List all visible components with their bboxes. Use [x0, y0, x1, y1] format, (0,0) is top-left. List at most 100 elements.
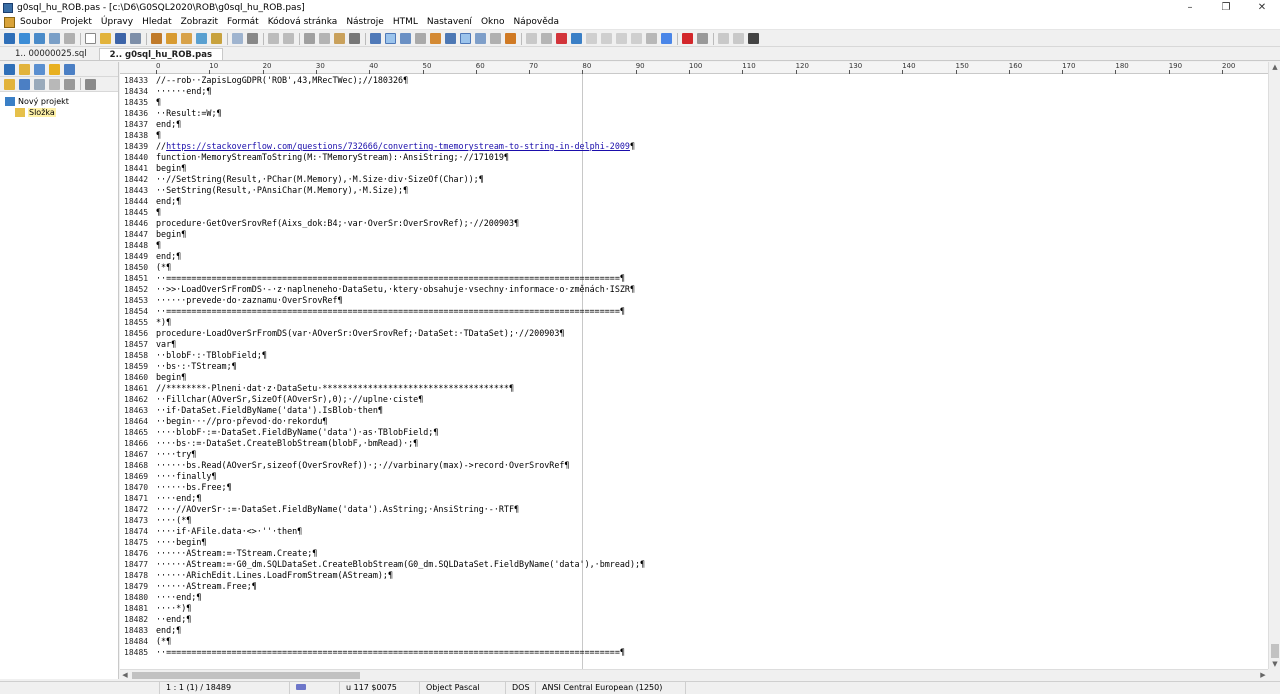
code-line[interactable]: ····//AOverSr·:=·DataSet.FieldByName('da…: [156, 504, 519, 515]
align-icon[interactable]: [370, 33, 381, 44]
code-area[interactable]: //--rob··ZapisLogGDPR('ROB',43,MRecTWec)…: [156, 74, 1256, 669]
code-line[interactable]: ····blobF·:=·DataSet.FieldByName('data')…: [156, 427, 438, 438]
close-button[interactable]: ✕: [1244, 0, 1280, 15]
code-line[interactable]: ······bs.Free;¶: [156, 482, 232, 493]
code-line[interactable]: ······end;¶: [156, 86, 211, 97]
clip-tab-icon[interactable]: [64, 63, 75, 75]
code-line[interactable]: ····begin¶: [156, 537, 206, 548]
code-line[interactable]: ··end;¶: [156, 614, 191, 625]
code-line[interactable]: ······ARichEdit.Lines.LoadFromStream(ASt…: [156, 570, 393, 581]
status-encoding[interactable]: ANSI Central European (1250): [536, 681, 686, 694]
scroll-right-icon[interactable]: ▶: [1258, 670, 1268, 681]
info-icon[interactable]: [64, 78, 75, 90]
tab-00000025-sql[interactable]: 1.. 00000025.sql: [5, 48, 97, 60]
code-line[interactable]: begin¶: [156, 229, 186, 240]
encode-icon[interactable]: [586, 33, 597, 44]
color-icon[interactable]: [526, 33, 537, 44]
settings-icon[interactable]: [85, 78, 96, 90]
print-icon[interactable]: [247, 33, 258, 44]
code-line[interactable]: ······prevede·do·zaznamu·OverSrovRef¶: [156, 295, 343, 306]
add-file-icon[interactable]: [19, 78, 30, 90]
menu-okno[interactable]: Okno: [480, 17, 506, 27]
save-icon[interactable]: [115, 33, 126, 44]
gutter-icon[interactable]: [475, 33, 486, 44]
column-icon[interactable]: [445, 33, 456, 44]
code-line[interactable]: end;¶: [156, 251, 181, 262]
menu-nastroje[interactable]: Nástroje: [345, 17, 385, 27]
menu-hledat[interactable]: Hledat: [141, 17, 173, 27]
sort-icon[interactable]: [631, 33, 642, 44]
code-icon[interactable]: [196, 33, 207, 44]
code-line[interactable]: ····(*¶: [156, 515, 191, 526]
pilcrow-icon[interactable]: [385, 33, 396, 44]
menu-kodova-stranka[interactable]: Kódová stránka: [267, 17, 339, 27]
panel-right-icon[interactable]: [733, 33, 744, 44]
windows-icon[interactable]: [19, 33, 30, 44]
minimize-button[interactable]: –: [1172, 0, 1208, 15]
code-editor[interactable]: 0 10 20 30 40 50 60 70 80 90 100 110 120 130 140 150 160…: [120, 62, 1268, 669]
play-macro-icon[interactable]: [697, 33, 708, 44]
document-icon[interactable]: [4, 16, 15, 28]
code-line[interactable]: ····bs·:=·DataSet.CreateBlobStream(blobF…: [156, 438, 418, 449]
code-line[interactable]: ····if·AFile.data·<>·''·then¶: [156, 526, 302, 537]
code-line[interactable]: end;¶: [156, 625, 181, 636]
record-macro-icon[interactable]: [682, 33, 693, 44]
code-line[interactable]: var¶: [156, 339, 176, 350]
code-line[interactable]: function·MemoryStreamToString(M:·TMemory…: [156, 152, 509, 163]
copy-window-icon[interactable]: [49, 33, 60, 44]
vertical-scrollbar[interactable]: ▲ ▼: [1268, 62, 1280, 669]
wrap-icon[interactable]: [400, 33, 411, 44]
code-line[interactable]: procedure·GetOverSrovRef(Aixs_dok:B4;·va…: [156, 218, 519, 229]
code-line[interactable]: procedure·LoadOverSrFromDS(var·AOverSr:O…: [156, 328, 564, 339]
docs-tab-icon[interactable]: [34, 63, 45, 75]
filter-icon[interactable]: [646, 33, 657, 44]
code-line[interactable]: ····end;¶: [156, 592, 201, 603]
redo-icon[interactable]: [283, 33, 294, 44]
status-line-ending[interactable]: DOS: [506, 681, 536, 694]
scroll-up-icon[interactable]: ▲: [1269, 62, 1280, 72]
syntax-icon[interactable]: [430, 33, 441, 44]
project-tab-icon[interactable]: [4, 63, 15, 75]
favorites-star-icon[interactable]: [49, 63, 60, 75]
add-folder-icon[interactable]: [4, 78, 15, 90]
menu-html[interactable]: HTML: [392, 17, 419, 27]
window-list-icon[interactable]: [64, 33, 75, 44]
palette-icon[interactable]: [556, 33, 567, 44]
explorer-tab-icon[interactable]: [19, 63, 30, 75]
code-line[interactable]: //https://stackoverflow.com/questions/73…: [156, 141, 635, 152]
arrow-icon[interactable]: [505, 33, 516, 44]
decode-icon[interactable]: [601, 33, 612, 44]
ftp-icon[interactable]: [541, 33, 552, 44]
code-line[interactable]: ··blobF·:·TBlobField;¶: [156, 350, 267, 361]
undo-icon[interactable]: [268, 33, 279, 44]
code-line[interactable]: ¶: [156, 97, 161, 108]
code-line[interactable]: ······AStream.Free;¶: [156, 581, 257, 592]
code-line[interactable]: ··======================================…: [156, 306, 625, 317]
tab-g0sql-hu-rob-pas[interactable]: 2.. g0sql_hu_ROB.pas: [98, 48, 224, 60]
code-line[interactable]: ··======================================…: [156, 273, 625, 284]
code-line[interactable]: ··Result:=W;¶: [156, 108, 222, 119]
code-line[interactable]: //********·Plneni·dat·z·DataSetu·*******…: [156, 383, 514, 394]
code-line[interactable]: ··//SetString(Result,·PChar(M.Memory),·M…: [156, 174, 484, 185]
indent-icon[interactable]: [415, 33, 426, 44]
bookmark-icon[interactable]: [211, 33, 222, 44]
code-line[interactable]: ······AStream:=·G0_dm.SQLDataSet.CreateB…: [156, 559, 645, 570]
code-line[interactable]: (*¶: [156, 636, 171, 647]
status-syntax[interactable]: Object Pascal: [420, 681, 506, 694]
code-line[interactable]: begin¶: [156, 372, 186, 383]
code-link[interactable]: https://stackoverflow.com/questions/7326…: [166, 141, 630, 151]
menu-napoveda[interactable]: Nápověda: [512, 17, 560, 27]
tile-icon[interactable]: [34, 33, 45, 44]
format-icon[interactable]: [490, 33, 501, 44]
code-line[interactable]: ··Fillchar(AOverSr,SizeOf(AOverSr),0);·/…: [156, 394, 423, 405]
tree-node-folder[interactable]: Složka: [5, 107, 118, 118]
code-line[interactable]: begin¶: [156, 163, 186, 174]
code-line[interactable]: ··SetString(Result,·PAnsiChar(M.Memory),…: [156, 185, 408, 196]
code-line[interactable]: end;¶: [156, 196, 181, 207]
code-line[interactable]: ····finally¶: [156, 471, 217, 482]
menu-upravy[interactable]: Úpravy: [100, 17, 134, 27]
code-line[interactable]: ··bs·:·TStream;¶: [156, 361, 237, 372]
code-line[interactable]: ··begin···//pro·převod·do·rekordu¶: [156, 416, 327, 427]
paste-icon[interactable]: [334, 33, 345, 44]
code-line[interactable]: ······AStream:=·TStream.Create;¶: [156, 548, 317, 559]
